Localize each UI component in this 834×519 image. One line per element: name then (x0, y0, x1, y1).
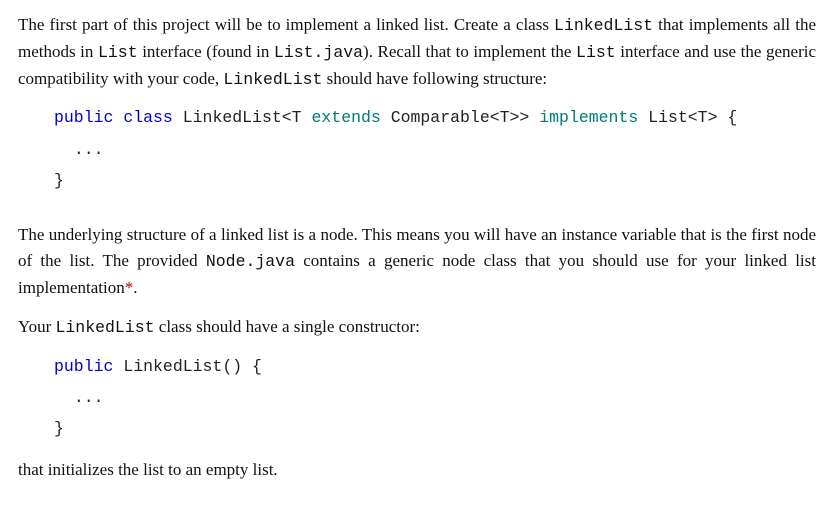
code-block-class-decl: public class LinkedList<T extends Compar… (54, 102, 816, 196)
keyword-class: class (123, 108, 173, 127)
code-listt: List<T> { (648, 108, 737, 127)
text: that initializes the list to an empty li… (18, 460, 278, 479)
code-constructor-sig: LinkedList() { (123, 357, 262, 376)
text: Your (18, 317, 56, 336)
paragraph-empty-list: that initializes the list to an empty li… (18, 457, 816, 483)
keyword-public: public (54, 357, 113, 376)
text: class should have a single constructor: (155, 317, 420, 336)
paragraph-node: The underlying structure of a linked lis… (18, 222, 816, 300)
text: The first part of this project will be t… (18, 15, 554, 34)
paragraph-intro: The first part of this project will be t… (18, 12, 816, 92)
code-block-constructor: public LinkedList() { ... } (54, 351, 816, 445)
code-close-brace: } (54, 419, 64, 438)
keyword-implements: implements (539, 108, 638, 127)
text: . (133, 278, 137, 297)
code-linkedlist2: LinkedList (223, 70, 322, 89)
code-linkedlist3: LinkedList (56, 318, 155, 337)
code-comparable: Comparable<T>> (391, 108, 530, 127)
code-nodejava: Node.java (206, 252, 295, 271)
paragraph-constructor: Your LinkedList class should have a sing… (18, 314, 816, 341)
code-list: List (98, 43, 138, 62)
code-close-brace: } (54, 171, 64, 190)
code-listjava: List.java (274, 43, 363, 62)
keyword-public: public (54, 108, 113, 127)
code-dots: ... (74, 140, 104, 159)
code-dots: ... (74, 388, 104, 407)
text: interface (found in (138, 42, 274, 61)
text: ). Recall that to implement the (363, 42, 576, 61)
text: should have following structure: (322, 69, 547, 88)
code-linkedlist: LinkedList (554, 16, 653, 35)
code-list2: List (576, 43, 616, 62)
footnote-asterisk: * (125, 278, 134, 297)
keyword-extends: extends (311, 108, 380, 127)
code-classname: LinkedList<T (183, 108, 302, 127)
